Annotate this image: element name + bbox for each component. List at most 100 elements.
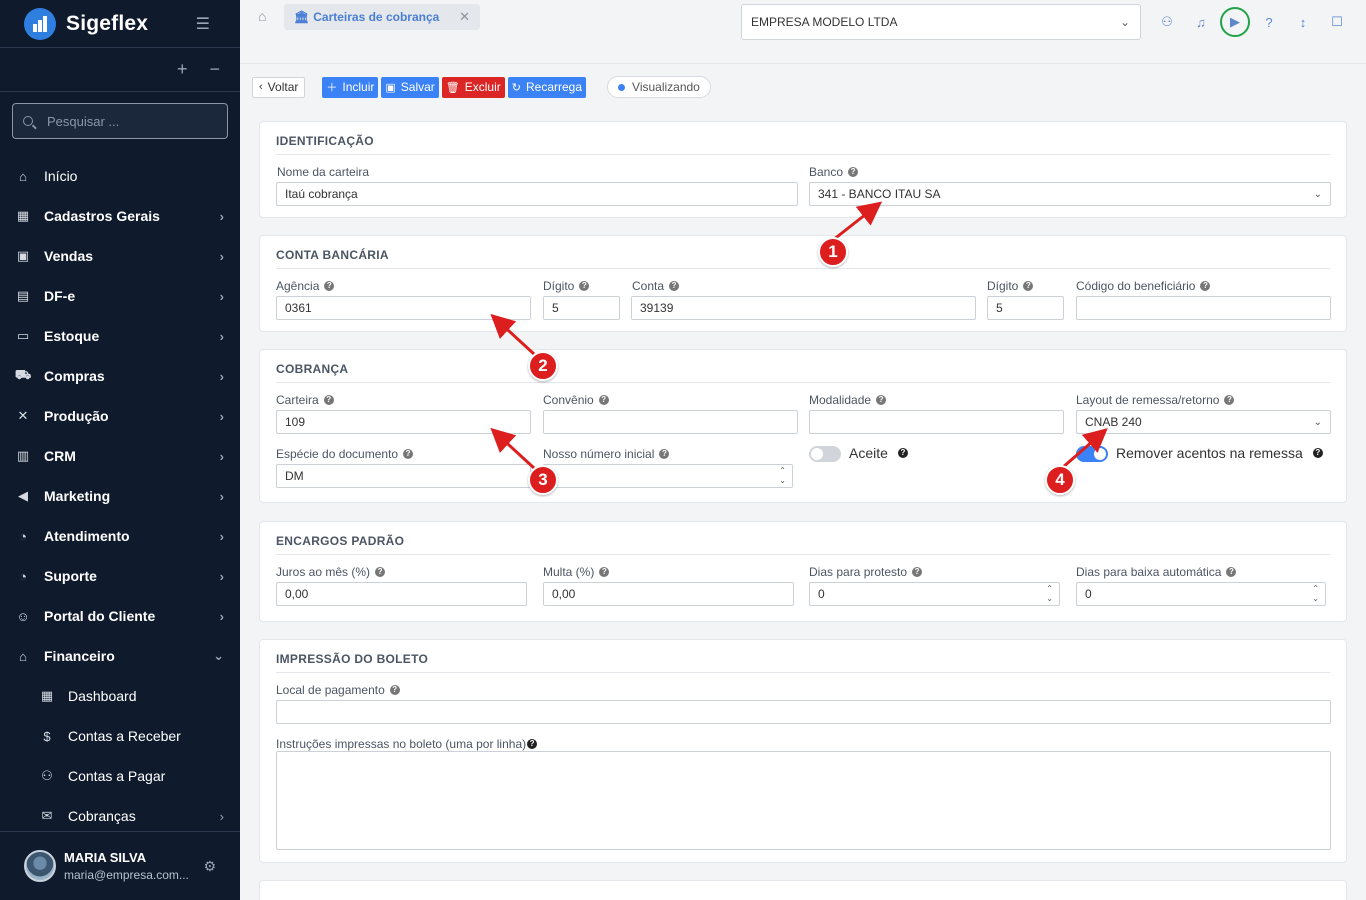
chevron-right-icon: › — [219, 448, 224, 464]
field-label-baixa: Dias para baixa automática? — [1076, 565, 1237, 579]
users-icon[interactable]: ⚇ — [1150, 14, 1184, 30]
sidebar-item-inicio[interactable]: ⌂ Início — [0, 156, 240, 196]
add-button[interactable]: ＋ Incluir — [322, 76, 379, 98]
agencia-input[interactable]: 0361 — [276, 296, 531, 320]
close-icon[interactable]: ✕ — [459, 9, 470, 25]
search-input[interactable]: Pesquisar ... — [12, 103, 228, 139]
stepper-icon[interactable]: ⌃ ⌄ — [1046, 584, 1053, 604]
add-label: Incluir — [342, 80, 375, 94]
banco-select[interactable]: 341 - BANCO ITAU SA ⌄ — [809, 182, 1331, 206]
help-icon[interactable]: ? — [669, 281, 680, 291]
local-pagamento-input[interactable] — [276, 700, 1331, 724]
instrucoes-textarea[interactable] — [276, 751, 1331, 850]
sidebar-subitem-dashboard[interactable]: ▦ Dashboard — [0, 676, 240, 716]
help-icon[interactable]: ? — [876, 395, 887, 405]
sidebar-item-portal-do-cliente[interactable]: ☺ Portal do Cliente › — [0, 596, 240, 636]
avatar — [24, 850, 56, 882]
vertical-arrows-icon[interactable]: ↕ — [1286, 15, 1320, 30]
reload-button[interactable]: ↻ Recarrega — [507, 76, 587, 98]
sidebar-subitem-contas-a-receber[interactable]: $ Contas a Receber — [0, 716, 240, 756]
codigo-beneficiario-input[interactable] — [1076, 296, 1331, 320]
sidebar-item-label: Cadastros Gerais — [44, 208, 160, 224]
help-icon[interactable]: ? — [1200, 281, 1211, 291]
help-icon[interactable]: ? — [897, 448, 908, 458]
nosso-numero-input[interactable]: ⌃ ⌄ — [543, 464, 793, 488]
sidebar-item-producao[interactable]: ✕ Produção › — [0, 396, 240, 436]
robot-icon[interactable]: ☐ — [1320, 14, 1354, 30]
carteira-input[interactable]: 109 — [276, 410, 531, 434]
sidebar-item-label: Contas a Receber — [68, 728, 181, 744]
convenio-input[interactable] — [543, 410, 798, 434]
help-icon[interactable]: ? — [579, 281, 590, 291]
help-icon[interactable]: ? — [324, 281, 335, 291]
sidebar-subitem-cobrancas[interactable]: ✉ Cobranças › — [0, 796, 240, 836]
gear-icon[interactable]: ⚙ — [1354, 14, 1366, 30]
play-icon[interactable]: ▶ — [1220, 7, 1250, 37]
help-icon[interactable]: ? — [375, 567, 386, 577]
field-label-digito-agencia: Dígito? — [543, 279, 590, 293]
help-icon[interactable]: ? — [912, 567, 923, 577]
expand-all-icon[interactable]: + — [177, 59, 188, 80]
sidebar: Sigeflex ☰ + − Pesquisar ... ⌂ Início ▦ Ca… — [0, 0, 240, 900]
back-button[interactable]: ‹ Voltar — [252, 76, 306, 98]
home-icon[interactable]: ⌂ — [258, 8, 266, 24]
user-settings-icon[interactable]: ⚙ — [203, 858, 216, 875]
especie-documento-input[interactable]: DM — [276, 464, 531, 488]
sidebar-item-marketing[interactable]: ◀ Marketing › — [0, 476, 240, 516]
nome-carteira-input[interactable]: Itaú cobrança — [276, 182, 798, 206]
help-icon[interactable]: ? — [389, 685, 400, 695]
chevron-down-icon: ⌄ — [1313, 416, 1322, 428]
sidebar-item-suporte[interactable]: ◔ Suporte › — [0, 556, 240, 596]
sidebar-item-cadastros-gerais[interactable]: ▦ Cadastros Gerais › — [0, 196, 240, 236]
modalidade-input[interactable] — [809, 410, 1064, 434]
sidebar-item-estoque[interactable]: ▭ Estoque › — [0, 316, 240, 356]
help-icon[interactable]: ? — [1226, 567, 1237, 577]
dias-baixa-input[interactable]: 0 ⌃ ⌄ — [1076, 582, 1326, 606]
help-icon[interactable]: ? — [403, 449, 414, 459]
status-badge: Visualizando — [607, 76, 711, 98]
sidebar-item-vendas[interactable]: ▣ Vendas › — [0, 236, 240, 276]
sidebar-item-financeiro[interactable]: ⌂ Financeiro ⌄ — [0, 636, 240, 676]
multa-input[interactable]: 0,00 — [543, 582, 794, 606]
collapse-all-icon[interactable]: − — [209, 59, 220, 80]
search-icon — [23, 116, 33, 126]
help-icon[interactable]: ? — [1252, 15, 1286, 30]
sidebar-item-label: Atendimento — [44, 528, 130, 544]
help-icon[interactable]: ? — [599, 567, 610, 577]
sidebar-subitem-contas-a-pagar[interactable]: ⚇ Contas a Pagar — [0, 756, 240, 796]
annotation-marker-2: 2 — [528, 351, 558, 381]
help-icon[interactable]: ? — [1224, 395, 1235, 405]
conta-input[interactable]: 39139 — [631, 296, 976, 320]
sidebar-item-compras[interactable]: ⛟ Compras › — [0, 356, 240, 396]
company-select[interactable]: EMPRESA MODELO LTDA ⌄ — [741, 4, 1141, 40]
chevron-down-icon: ⌄ — [213, 648, 224, 663]
help-icon[interactable]: ? — [598, 395, 609, 405]
help-icon[interactable]: ? — [527, 739, 538, 749]
layout-remessa-select[interactable]: CNAB 240 ⌄ — [1076, 410, 1331, 434]
help-icon[interactable]: ? — [1312, 448, 1323, 458]
digito-agencia-input[interactable]: 5 — [543, 296, 620, 320]
juros-input[interactable]: 0,00 — [276, 582, 527, 606]
sidebar-item-dfe[interactable]: ▤ DF-e › — [0, 276, 240, 316]
sidebar-item-atendimento[interactable]: ◔ Atendimento › — [0, 516, 240, 556]
bell-icon[interactable]: ♫ — [1184, 15, 1218, 30]
user-profile[interactable]: MARIA SILVA maria@empresa.com... ⚙ — [0, 831, 240, 900]
save-button[interactable]: ▣ Salvar — [381, 76, 439, 98]
remover-acentos-toggle[interactable] — [1076, 446, 1108, 462]
aceite-toggle[interactable] — [809, 446, 841, 462]
help-icon[interactable]: ? — [659, 449, 670, 459]
stepper-icon[interactable]: ⌃ ⌄ — [1312, 584, 1319, 604]
stepper-icon[interactable]: ⌃ ⌄ — [779, 466, 786, 486]
headset-icon: ◔ — [19, 528, 27, 544]
help-icon[interactable]: ? — [323, 395, 334, 405]
sidebar-item-crm[interactable]: ▥ CRM › — [0, 436, 240, 476]
delete-button[interactable]: 🗑 Excluir — [441, 76, 505, 98]
tab-carteiras-de-cobranca[interactable]: 🏛 Carteiras de cobrança ✕ — [284, 4, 480, 30]
collapse-sidebar-icon[interactable]: ☰ — [196, 14, 210, 34]
chevron-right-icon: › — [219, 488, 224, 504]
headset-icon: ◔ — [19, 568, 27, 584]
dias-protesto-input[interactable]: 0 ⌃ ⌄ — [809, 582, 1060, 606]
help-icon[interactable]: ? — [848, 167, 859, 177]
digito-conta-input[interactable]: 5 — [987, 296, 1064, 320]
help-icon[interactable]: ? — [1023, 281, 1034, 291]
